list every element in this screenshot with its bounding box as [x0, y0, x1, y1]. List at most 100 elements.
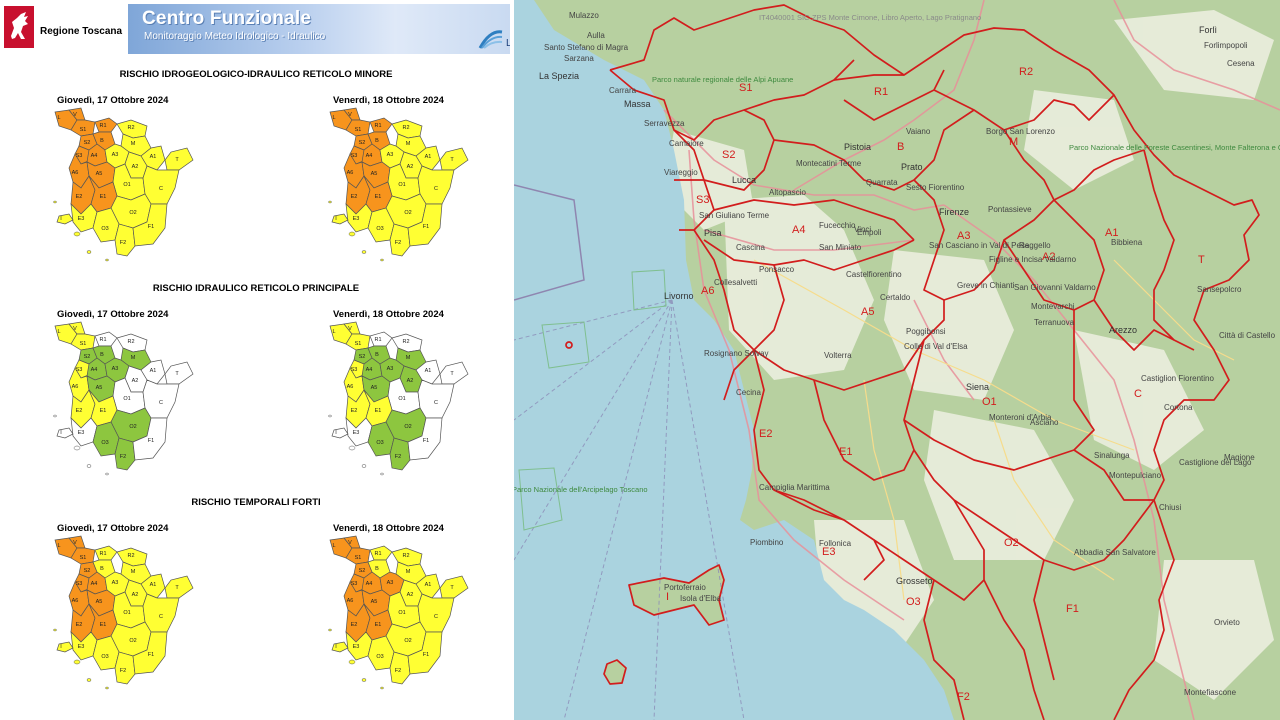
zone-label-S3: S3 [76, 581, 83, 587]
town-label: Borgo San Lorenzo [986, 127, 1055, 136]
zone-label-O2: O2 [129, 424, 136, 430]
zone-label-F1: F1 [423, 438, 429, 444]
town-label: Colle di Val d'Elsa [904, 342, 968, 351]
zone-C [417, 379, 455, 419]
town-label: San Casciano in Val di Pesa [929, 241, 1030, 250]
town-label: Pisa [704, 228, 722, 238]
town-label: Rosignano Solvay [704, 349, 768, 358]
town-label: Castelfiorentino [846, 270, 902, 279]
town-label: Vaiano [906, 127, 931, 136]
zone-label-R1: R1 [99, 551, 106, 557]
town-label: Cascina [736, 243, 765, 252]
zone-label-E2: E2 [76, 194, 83, 200]
town-label: Ponsacco [759, 265, 795, 274]
town-label: Forlimpopoli [1204, 41, 1248, 50]
town-label: Pistoia [844, 142, 871, 152]
zone-label-M: M [406, 141, 411, 147]
zone-label-A4: A4 [366, 367, 373, 373]
town-label: Sansepolcro [1197, 285, 1242, 294]
zone-label-A5: A5 [371, 385, 378, 391]
zone-label-S2: S2 [84, 568, 91, 574]
town-label: Magione [1224, 453, 1255, 462]
town-label: Livorno [664, 291, 694, 301]
zone-label-E1: E1 [375, 194, 382, 200]
alert-map-temporali-forti-day1: L VS1S2S3R1 R2B MA3A4A5A6A1A2TO1O2O3E1E2E3C… [53, 535, 194, 690]
zone-label-C: C [159, 186, 163, 192]
zone-label-S1: S1 [80, 341, 87, 347]
zone-label-A5: A5 [96, 599, 103, 605]
zone-label-S2: S2 [359, 354, 366, 360]
zone-label-O1: O1 [982, 396, 997, 408]
zone-label-A2: A2 [132, 592, 139, 598]
zone-label-C: C [434, 614, 438, 620]
zone-label-O2: O2 [129, 638, 136, 644]
pegasus-logo-icon [4, 6, 34, 48]
town-label: Siena [966, 382, 989, 392]
zone-label-A5: A5 [371, 599, 378, 605]
zone-label-S3: S3 [76, 367, 83, 373]
zone-label-A3: A3 [387, 152, 394, 158]
town-label: Abbadia San Salvatore [1074, 548, 1156, 557]
town-label: San Giuliano Terme [699, 211, 770, 220]
town-label: Figline e Incisa Valdarno [989, 255, 1077, 264]
island-marker [53, 200, 57, 204]
town-label: Sarzana [564, 54, 594, 63]
zone-label-E1: E1 [100, 194, 107, 200]
zone-label-B: B [375, 566, 379, 572]
zone-label-A4: A4 [366, 581, 373, 587]
zone-T [439, 361, 469, 385]
zone-label-A5: A5 [371, 171, 378, 177]
town-label: Reggello [1019, 241, 1051, 250]
zone-label-L: L [332, 543, 335, 549]
zone-label-E3: E3 [78, 644, 85, 650]
zone-label-S1: S1 [355, 341, 362, 347]
zone-label-A6: A6 [72, 384, 79, 390]
zone-label-F1: F1 [148, 224, 154, 230]
zone-label-A1: A1 [150, 582, 157, 588]
zone-label-S3: S3 [351, 581, 358, 587]
island-marker [361, 250, 367, 254]
island-marker [73, 659, 81, 665]
zone-label-A1: A1 [425, 368, 432, 374]
town-label: Cortona [1164, 403, 1193, 412]
zone-label-A6: A6 [72, 170, 79, 176]
zone-label-R1: R1 [874, 86, 888, 98]
zone-label-F2: F2 [120, 240, 126, 246]
osm-zone-map[interactable]: S1 R1 R2 B M S2 S3 A4 A3 A1 A2 T A6 A5 O… [514, 0, 1280, 720]
zone-label-E3: E3 [78, 216, 85, 222]
town-label: Follonica [819, 539, 852, 548]
zone-label-A3: A3 [112, 152, 119, 158]
island-marker [86, 250, 92, 254]
zone-label-A1: A1 [425, 582, 432, 588]
zone-label-A2: A2 [132, 164, 139, 170]
island-marker [361, 678, 367, 682]
park-label: Parco Nazionale delle Foreste Casentines… [1069, 143, 1280, 152]
bulletin-panel: Regione Toscana Centro Funzionale Monito… [0, 0, 512, 720]
zone-label-E2: E2 [351, 408, 358, 414]
zone-label-V: V [73, 326, 77, 332]
zone-label-B: B [100, 138, 104, 144]
zone-label-L: L [57, 543, 60, 549]
town-label: Campiglia Marittima [759, 483, 830, 492]
zone-label-A6: A6 [701, 285, 714, 297]
zone-label-V: V [348, 112, 352, 118]
town-label: Massa [624, 99, 651, 109]
centro-funzionale-banner: Centro Funzionale Monitoraggio Meteo Idr… [128, 4, 510, 54]
zone-label-O1: O1 [123, 396, 130, 402]
zone-label-A4: A4 [91, 581, 98, 587]
zone-label-R2: R2 [127, 553, 134, 559]
zone-label-A3: A3 [112, 366, 119, 372]
zone-label-O3: O3 [376, 440, 383, 446]
town-label: Mulazzo [569, 11, 599, 20]
zone-label-L: L [57, 329, 60, 335]
zone-label-O1: O1 [123, 182, 130, 188]
zone-C [142, 593, 180, 633]
town-label: Collesalvetti [714, 278, 757, 287]
zone-label-A6: A6 [72, 598, 79, 604]
zone-label-E1: E1 [839, 446, 852, 458]
banner-logo-text: La [506, 38, 510, 49]
zone-T [164, 575, 194, 599]
zone-label-O2: O2 [1004, 537, 1019, 549]
zone-label-F2: F2 [120, 454, 126, 460]
zones-map[interactable]: S1 R1 R2 B M S2 S3 A4 A3 A1 A2 T A6 A5 O… [514, 0, 1280, 720]
